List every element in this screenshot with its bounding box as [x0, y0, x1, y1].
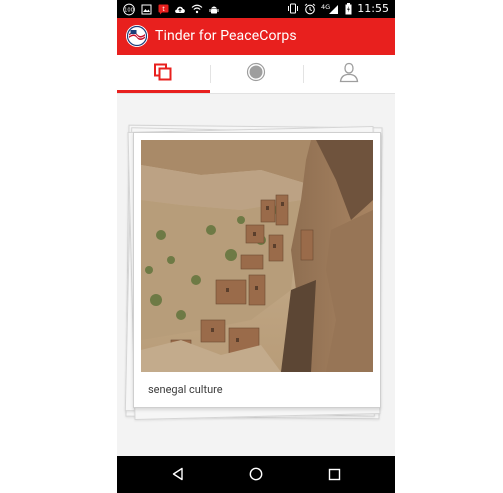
tab-bar — [117, 55, 395, 94]
card-stack: senegal culture — [117, 93, 395, 456]
recents-button[interactable] — [323, 464, 345, 486]
app-title: Tinder for PeaceCorps — [155, 28, 297, 44]
message-icon: t — [157, 3, 169, 15]
status-time: 11:55 — [357, 2, 389, 15]
notification-count-icon: 100 — [123, 3, 135, 15]
card-photo — [141, 140, 373, 372]
svg-text:4G: 4G — [321, 3, 330, 11]
recents-icon — [328, 466, 341, 485]
back-icon — [171, 466, 185, 485]
navigation-bar — [117, 456, 395, 493]
profile-card[interactable]: senegal culture — [133, 132, 381, 408]
home-icon — [249, 466, 263, 485]
back-button[interactable] — [167, 464, 189, 486]
tab-cards[interactable] — [117, 55, 209, 93]
cloud-upload-icon — [174, 3, 186, 15]
image-icon — [140, 3, 152, 15]
app-bar: Tinder for PeaceCorps — [117, 18, 395, 55]
status-bar: 100 t 4G 11:55 — [117, 0, 395, 18]
svg-text:100: 100 — [124, 7, 134, 13]
record-icon — [246, 62, 266, 86]
vibrate-icon — [287, 3, 299, 15]
phone-screen: 100 t 4G 11:55 Tinder for PeaceCorps sen… — [117, 0, 395, 493]
tab-profile[interactable] — [303, 55, 395, 93]
battery-icon — [344, 2, 352, 15]
alarm-icon — [304, 3, 316, 15]
peace-corps-logo — [126, 25, 148, 47]
profile-icon — [338, 61, 360, 87]
android-icon — [208, 3, 220, 15]
signal-icon: 4G — [321, 3, 339, 15]
wifi-icon — [191, 3, 203, 15]
tab-record[interactable] — [210, 55, 302, 93]
home-button[interactable] — [245, 464, 267, 486]
cards-icon — [153, 63, 173, 85]
card-caption: senegal culture — [148, 383, 223, 396]
